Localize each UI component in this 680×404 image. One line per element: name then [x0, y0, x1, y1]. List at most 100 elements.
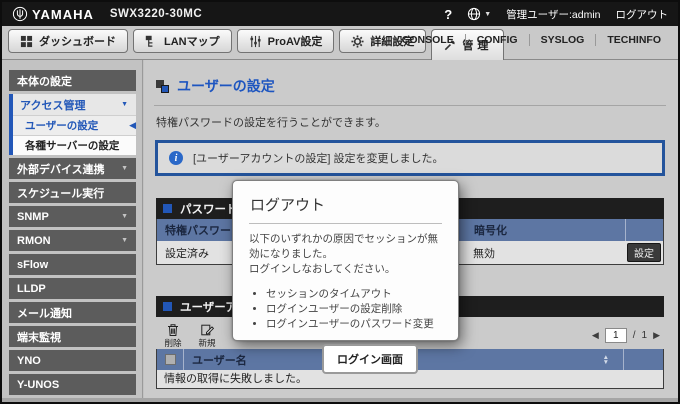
select-all-checkbox[interactable]	[164, 354, 176, 365]
sidebar-item-terminal-monitoring[interactable]: 端末監視	[9, 326, 136, 347]
logout-link[interactable]: ログアウト	[616, 7, 669, 22]
sidebar-item-sflow[interactable]: sFlow	[9, 254, 136, 275]
sidebar-item-y-unos[interactable]: Y-UNOS	[9, 374, 136, 395]
sidebar-item-label: アクセス管理	[20, 99, 86, 112]
quick-links: CONSOLE CONFIG SYSLOG TECHINFO	[391, 34, 672, 46]
app-window: YAMAHA SWX3220-30MC ? ▼ 管理ユーザー:admin ログア…	[0, 0, 680, 404]
sidebar-item-snmp[interactable]: SNMP ▼	[9, 206, 136, 227]
list-item: ログインユーザーの設定削除	[266, 302, 442, 317]
section-square-icon	[163, 204, 172, 213]
globe-icon	[468, 7, 481, 21]
login-screen-button[interactable]: ログイン画面	[322, 344, 418, 375]
yamaha-tuning-fork-icon	[12, 6, 28, 22]
sidebar-item-lldp[interactable]: LLDP	[9, 278, 136, 299]
sidebar-item-label: YNO	[17, 354, 41, 367]
sidebar-group-access-management: アクセス管理 ▼ ユーザーの設定 ◀ 各種サーバーの設定	[9, 94, 136, 155]
tool-label: 新規	[198, 338, 216, 348]
next-page-icon[interactable]: ▶	[653, 330, 660, 341]
sidebar-item-label: メール通知	[17, 307, 72, 320]
tab-label: ダッシュボード	[39, 36, 116, 48]
config-link[interactable]: CONFIG	[464, 34, 529, 46]
tool-label: 削除	[164, 338, 182, 348]
chevron-down-icon: ▼	[484, 10, 492, 18]
delete-button[interactable]: 削除	[158, 323, 188, 349]
sort-icon[interactable]: ▲ ▼	[603, 354, 615, 366]
pagination: ◀ 1 / 1 ▶	[592, 321, 664, 343]
list-item: セッションのタイムアウト	[266, 287, 442, 302]
sidebar-item-user-settings[interactable]: ユーザーの設定 ◀	[13, 115, 136, 135]
dialog-message-line1: 以下のいずれかの原因でセッションが無効になりました。	[249, 233, 438, 261]
notice-banner: i [ユーザーアカウントの設定] 設定を変更しました。	[155, 140, 665, 176]
techinfo-link[interactable]: TECHINFO	[595, 34, 672, 46]
gear-icon	[351, 34, 364, 48]
sidebar-item-label: スケジュール実行	[17, 187, 105, 200]
sidebar-item-label: LLDP	[17, 282, 46, 295]
notice-text: [ユーザーアカウントの設定] 設定を変更しました。	[193, 153, 444, 165]
sidebar-item-label: 端末監視	[17, 331, 61, 344]
page-title: ユーザーの設定	[177, 78, 275, 94]
sidebar-nav: 本体の設定 アクセス管理 ▼ ユーザーの設定 ◀ 各種サーバーの設定 外部デバイ…	[2, 60, 143, 402]
sidebar-item-label: 外部デバイス連携	[17, 163, 105, 176]
new-document-icon	[201, 324, 214, 336]
lan-map-icon	[145, 35, 153, 47]
tab-bar: ダッシュボード LANマップ ProAV設定 詳細設定 管理 CONSOLE C…	[2, 26, 678, 60]
bottom-strip	[2, 398, 678, 402]
set-button[interactable]: 設定	[627, 243, 661, 262]
current-page-marker-icon: ◀	[129, 120, 136, 130]
new-button[interactable]: 新規	[192, 323, 222, 349]
sidebar-item-label: RMON	[17, 234, 51, 247]
syslog-link[interactable]: SYSLOG	[528, 34, 596, 46]
tab-lan-map[interactable]: LANマップ	[133, 29, 232, 53]
yamaha-logo: YAMAHA	[12, 6, 94, 22]
encryption-status: 無効	[473, 247, 495, 260]
brand-name: YAMAHA	[32, 6, 94, 22]
sidebar-item-rmon[interactable]: RMON ▼	[9, 230, 136, 251]
device-model: SWX3220-30MC	[109, 8, 203, 20]
dialog-title: ログアウト	[250, 197, 326, 214]
chevron-down-icon: ▼	[121, 213, 128, 220]
info-icon: i	[169, 151, 183, 165]
col-header-encryption: 暗号化	[474, 225, 507, 237]
help-button[interactable]: ?	[444, 7, 452, 22]
sidebar-item-external-device[interactable]: 外部デバイス連携 ▼	[9, 158, 136, 179]
language-selector[interactable]: ▼	[467, 7, 491, 21]
sidebar-item-label: ユーザーの設定	[25, 120, 99, 132]
list-item: ログインユーザーのパスワード変更	[266, 317, 442, 332]
tab-label: ProAV設定	[267, 36, 323, 48]
sidebar-item-access-management[interactable]: アクセス管理 ▼	[13, 94, 136, 115]
page-description: 特権パスワードの設定を行うことができます。	[156, 117, 386, 129]
sidebar-item-label: 各種サーバーの設定	[25, 140, 120, 152]
sidebar-item-schedule[interactable]: スケジュール実行	[9, 182, 136, 203]
section-square-icon	[163, 302, 172, 311]
dialog-message-line2: ログインしなおしてください。	[249, 263, 396, 276]
trash-icon	[168, 324, 178, 336]
prev-page-icon[interactable]: ◀	[592, 330, 599, 341]
sidebar-item-label: sFlow	[17, 258, 49, 271]
dialog-divider	[249, 223, 442, 224]
title-divider	[154, 105, 666, 106]
top-bar: YAMAHA SWX3220-30MC ? ▼ 管理ユーザー:admin ログア…	[2, 2, 678, 26]
page-title-icon	[156, 79, 169, 93]
sidebar-item-yno[interactable]: YNO	[9, 350, 136, 371]
dashboard-icon	[20, 35, 33, 47]
console-link[interactable]: CONSOLE	[391, 34, 465, 46]
sidebar-item-mail-notification[interactable]: メール通知	[9, 302, 136, 323]
logout-dialog: ログアウト 以下のいずれかの原因でセッションが無効になりました。 ログインしなお…	[232, 180, 459, 375]
page-number-input[interactable]: 1	[604, 328, 627, 343]
sidebar-item-server-settings[interactable]: 各種サーバーの設定	[13, 135, 136, 155]
logout-reason-list: セッションのタイムアウト ログインユーザーの設定削除 ログインユーザーのパスワー…	[266, 287, 442, 333]
chevron-down-icon: ▼	[121, 165, 128, 172]
sidebar-item-label: SNMP	[17, 210, 49, 223]
tab-proav-settings[interactable]: ProAV設定	[236, 29, 335, 53]
sidebar-item-label: 本体の設定	[17, 75, 72, 88]
page-separator: /	[632, 330, 636, 341]
tab-dashboard[interactable]: ダッシュボード	[8, 29, 128, 53]
tab-label: LANマップ	[164, 36, 220, 48]
chevron-down-icon: ▼	[121, 237, 128, 244]
page-total: 1	[641, 330, 648, 341]
logged-in-user-label: 管理ユーザー:admin	[506, 8, 601, 21]
sliders-icon	[250, 35, 261, 47]
sidebar-item-system-settings[interactable]: 本体の設定	[9, 70, 136, 91]
col-header-action	[625, 219, 663, 241]
col-header-action	[623, 349, 663, 370]
